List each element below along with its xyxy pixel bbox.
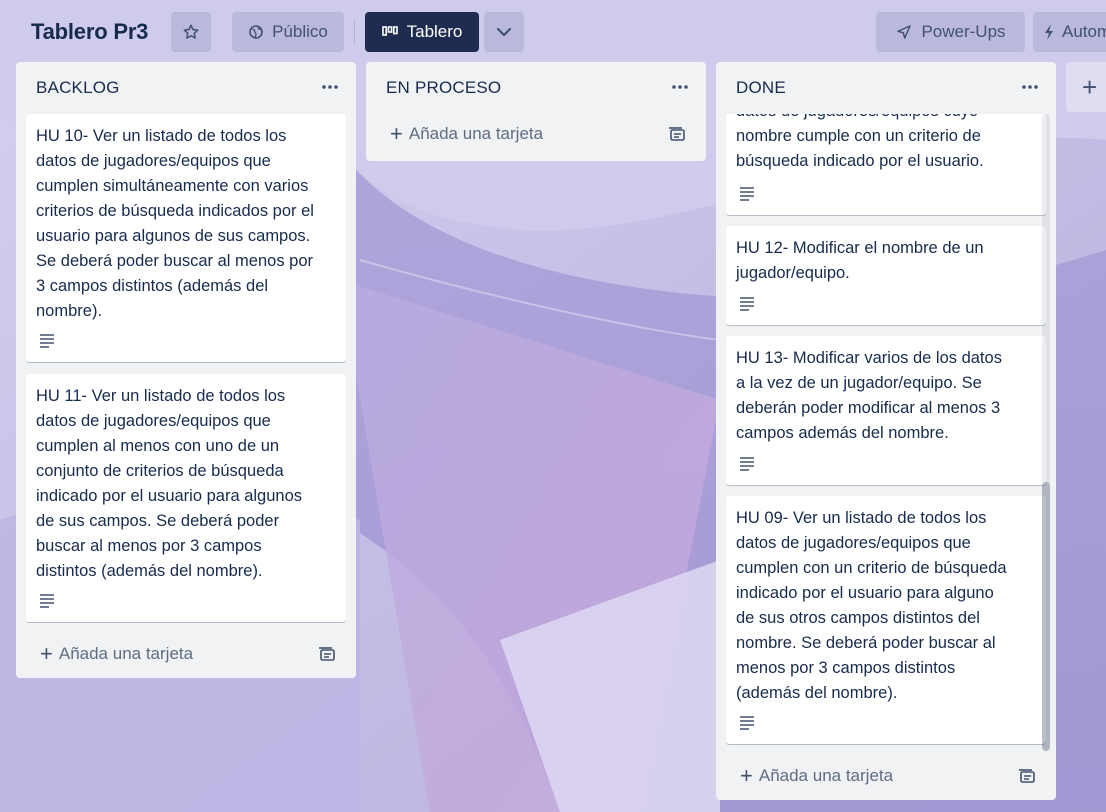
card-template-button[interactable] [668,126,686,142]
list-title[interactable]: DONE [736,78,786,98]
description-icon [738,295,756,311]
chevron-down-icon [496,26,512,38]
card[interactable]: HU 10- Ver un listado de todos los datos… [26,114,346,362]
board-title[interactable]: Tablero Pr3 [31,19,148,45]
visibility-button[interactable]: Público [232,12,344,52]
header-divider [354,20,355,44]
card-title: HU 11- Ver un listado de todos los datos… [36,387,303,580]
star-icon [182,23,200,41]
automation-button[interactable]: Autom [1033,12,1106,52]
list-header: BACKLOG [16,62,356,114]
description-icon [738,714,756,730]
list-scrollbar[interactable] [1042,114,1050,751]
card[interactable]: HU 13- Modificar varios de los datos a l… [726,336,1046,485]
visibility-label: Público [272,22,328,41]
list-en-proceso: EN PROCESO + Añada una tarjeta [366,62,706,161]
card[interactable]: HU 12- Modificar el nombre de un jugador… [726,226,1046,325]
star-button[interactable] [171,12,211,52]
view-switcher-button[interactable] [484,12,524,52]
card-title: HU 13- Modificar varios de los datos a l… [736,349,1002,442]
list-backlog: BACKLOG HU 10- Ver un listado de todos l… [16,62,356,678]
list-cards-scroll-area: datos de jugadores/equipos cuyo nombre c… [716,114,1056,751]
card-title: HU 12- Modificar el nombre de un jugador… [736,239,984,282]
more-horizontal-icon [321,77,339,95]
automation-label: Autom [1062,22,1106,41]
add-card-button[interactable]: + Añada una tarjeta [726,758,1046,794]
description-icon [38,332,56,348]
plus-icon: + [740,763,753,788]
add-list-button[interactable]: + [1066,62,1106,112]
card[interactable]: HU 11- Ver un listado de todos los datos… [26,374,346,622]
list-title[interactable]: EN PROCESO [386,78,501,98]
list-header: DONE [716,62,1056,114]
plus-icon: + [1082,71,1098,102]
description-icon [38,592,56,608]
globe-icon [248,24,264,40]
list-done: DONE datos de jugadores/equipos cuyo nom… [716,62,1056,800]
description-icon [738,185,756,201]
card-title: HU 10- Ver un listado de todos los datos… [36,127,314,320]
description-icon [738,455,756,471]
card-title: datos de jugadores/equipos cuyo nombre c… [736,114,984,170]
add-card-label: Añada una tarjeta [758,766,894,785]
list-title[interactable]: BACKLOG [36,78,120,98]
board-view-label: Tablero [406,22,463,41]
more-horizontal-icon [1021,77,1039,95]
plus-icon: + [390,121,403,146]
rocket-icon [895,23,913,41]
scrollbar-thumb[interactable] [1042,482,1050,751]
card-title: HU 09- Ver un listado de todos los datos… [736,509,1007,702]
list-menu-button[interactable] [668,76,692,96]
powerups-button[interactable]: Power-Ups [876,12,1025,52]
list-header: EN PROCESO [366,62,706,114]
plus-icon: + [40,641,53,666]
add-card-label: Añada una tarjeta [58,644,194,663]
board-header: Tablero Pr3 Público Tablero Power-Ups Au… [0,0,1106,64]
powerups-label: Power-Ups [921,22,1006,41]
list-menu-button[interactable] [1018,76,1042,96]
add-card-button[interactable]: + Añada una tarjeta [376,116,696,152]
add-card-label: Añada una tarjeta [408,124,544,143]
card-template-button[interactable] [318,646,336,662]
board-view-icon [381,25,398,39]
board-view-button[interactable]: Tablero [365,12,479,52]
add-card-button[interactable]: + Añada una tarjeta [26,636,346,672]
card[interactable]: datos de jugadores/equipos cuyo nombre c… [726,114,1046,215]
more-horizontal-icon [671,77,689,95]
list-menu-button[interactable] [318,76,342,96]
lightning-icon [1043,23,1055,41]
card-template-button[interactable] [1018,768,1036,784]
card[interactable]: HU 09- Ver un listado de todos los datos… [726,496,1046,744]
